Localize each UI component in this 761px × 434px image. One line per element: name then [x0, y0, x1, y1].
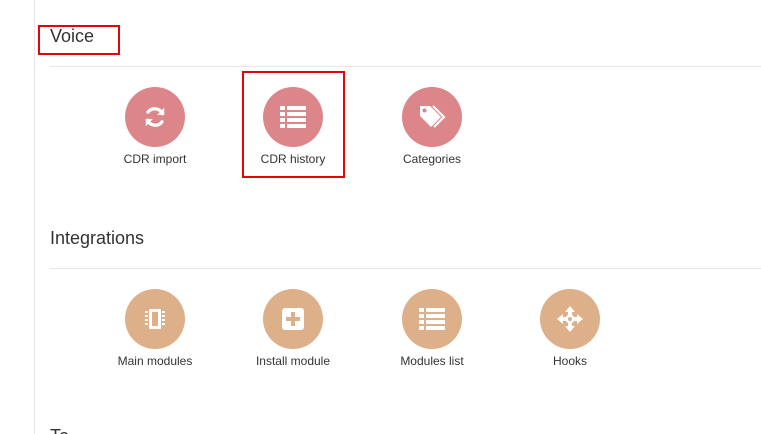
sync-icon — [125, 87, 185, 147]
voice-section-title: Voice — [50, 26, 95, 46]
integrations-section-divider — [50, 268, 761, 269]
cdr-history-tile[interactable]: CDR history — [224, 87, 362, 187]
cdr-history-label: CDR history — [260, 152, 326, 166]
cdr-import-tile[interactable]: CDR import — [86, 87, 224, 187]
arrows-move-icon — [540, 289, 600, 349]
left-border — [34, 0, 35, 434]
hooks-tile[interactable]: Hooks — [501, 289, 639, 389]
list-icon — [263, 87, 323, 147]
settings-page: Voice CDR import CDR history Categories … — [0, 0, 761, 434]
modules-list-tile[interactable]: Modules list — [363, 289, 501, 389]
chip-icon — [125, 289, 185, 349]
hooks-label: Hooks — [552, 354, 587, 368]
next-section-title: To — [50, 426, 69, 434]
plus-square-icon — [263, 289, 323, 349]
main-modules-label: Main modules — [117, 354, 193, 368]
voice-section-divider — [50, 66, 761, 67]
cdr-import-label: CDR import — [123, 152, 187, 166]
list-icon — [402, 289, 462, 349]
tags-icon — [402, 87, 462, 147]
install-module-tile[interactable]: Install module — [224, 289, 362, 389]
categories-label: Categories — [402, 152, 462, 166]
modules-list-label: Modules list — [400, 354, 464, 368]
categories-tile[interactable]: Categories — [363, 87, 501, 187]
install-module-label: Install module — [255, 354, 331, 368]
integrations-section-title: Integrations — [50, 228, 145, 248]
main-modules-tile[interactable]: Main modules — [86, 289, 224, 389]
